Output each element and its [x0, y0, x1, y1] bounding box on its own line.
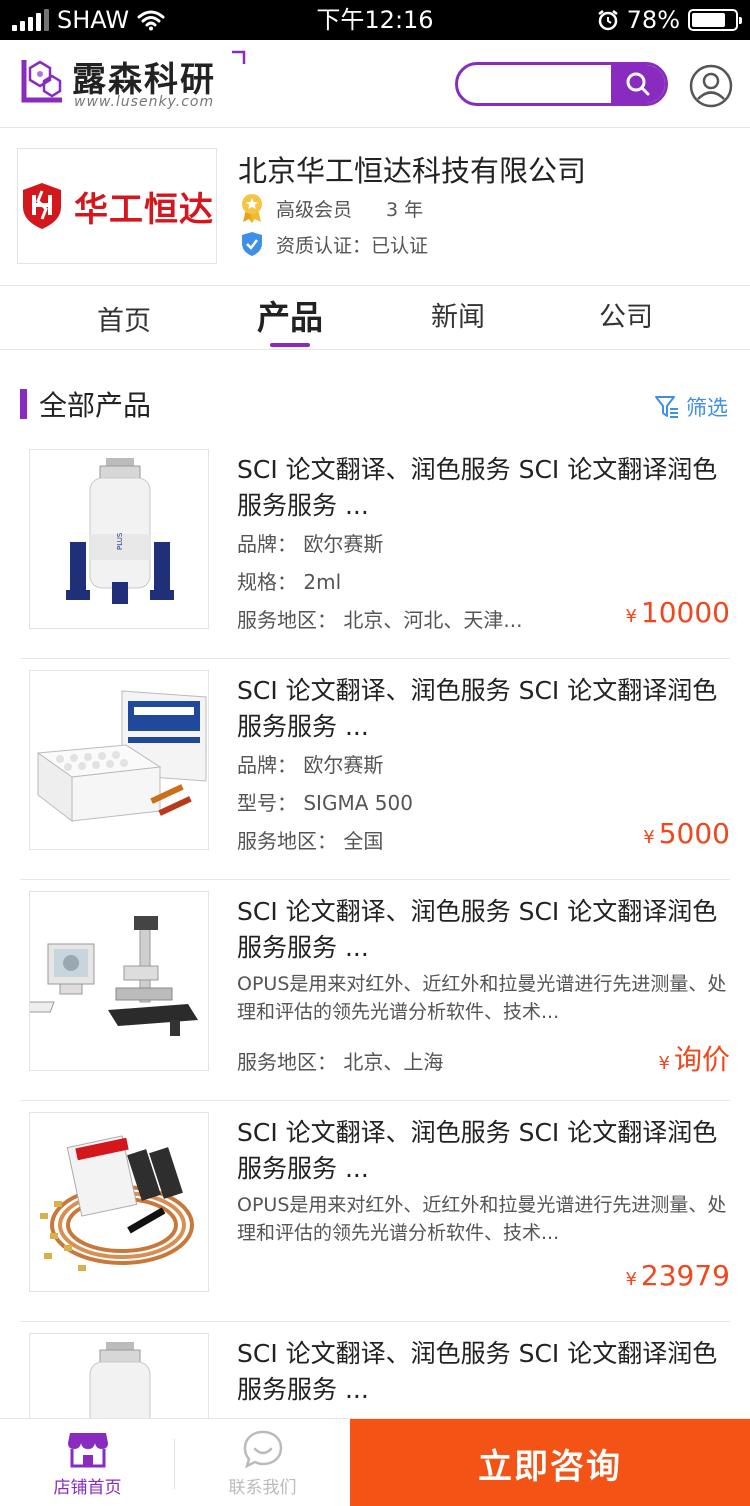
chat-icon	[243, 1430, 282, 1468]
site-logo[interactable]: 露森科研 www.lusenky.com	[18, 50, 248, 116]
alarm-icon	[597, 10, 618, 31]
filter-button[interactable]: 筛选	[654, 392, 728, 422]
company-name: 北京华工恒达科技有限公司	[238, 154, 587, 188]
product-item[interactable]: SCI 论文翻译、润色服务 SCI 论文翻译润色服务服务 ... OPUS是用来…	[0, 1101, 750, 1322]
product-title[interactable]: SCI 论文翻译、润色服务 SCI 论文翻译润色服务服务 ...	[237, 1336, 727, 1408]
tab-news[interactable]: 新闻	[418, 286, 498, 350]
contact-us-button[interactable]: 联系我们	[175, 1419, 350, 1506]
store-home-button[interactable]: 店铺首页	[0, 1419, 175, 1506]
filter-label: 筛选	[686, 396, 728, 420]
tab-company[interactable]: 公司	[586, 286, 666, 350]
store-icon	[67, 1432, 108, 1467]
product-price: ¥ 询价	[659, 1038, 730, 1078]
microscope-workstation-image	[30, 916, 198, 1036]
product-description: OPUS是用来对红外、近红外和拉曼光谱进行先进测量、处理和评估的领先光谱分析软件…	[237, 1194, 727, 1244]
svg-text:PLUS: PLUS	[116, 532, 124, 550]
product-item[interactable]: PLUS SCI 论文翻译、润色服务 SCI 论文翻译润色服务服务 ... 品牌…	[0, 438, 750, 659]
member-row: 高级会员 3 年	[240, 190, 428, 226]
consult-now-button[interactable]: 立即咨询	[350, 1419, 750, 1506]
search-button[interactable]	[611, 65, 665, 103]
cert-row: 资质认证：已认证	[240, 226, 428, 262]
search-bar	[455, 62, 668, 106]
product-price: ¥ 10000	[625, 596, 730, 629]
product-description: OPUS是用来对红外、近红外和拉曼光谱进行先进测量、处理和评估的领先光谱分析软件…	[237, 973, 727, 1023]
product-region: 服务地区： 北京、上海	[237, 1050, 444, 1074]
section-title: 全部产品	[39, 389, 152, 422]
product-price: ¥ 5000	[643, 817, 730, 850]
company-info: 华工恒达 北京华工恒达科技有限公司 高级会员 3 年 资质认证：已认证	[0, 128, 750, 286]
copper-tubing-kit-image	[40, 1135, 194, 1271]
product-region: 服务地区： 全国	[237, 829, 384, 853]
status-bar: SHAW 下午12:16 78%	[0, 0, 750, 40]
battery-level	[692, 13, 725, 27]
status-right: 78%	[597, 0, 742, 40]
product-region: 服务地区： 北京、河北、天津...	[237, 608, 523, 632]
cert-value: 已认证	[371, 234, 429, 257]
medal-icon	[242, 194, 262, 223]
section-accent-bar	[20, 389, 27, 419]
product-title[interactable]: SCI 论文翻译、润色服务 SCI 论文翻译润色服务服务 ...	[237, 452, 727, 524]
contact-us-label: 联系我们	[228, 1477, 297, 1498]
price-value: 5000	[658, 817, 730, 850]
price-currency: ¥	[625, 606, 637, 627]
company-meta: 高级会员 3 年 资质认证：已认证	[240, 190, 428, 262]
product-item[interactable]: SCI 论文翻译、润色服务 SCI 论文翻译润色服务服务 ... OPUS是用来…	[0, 880, 750, 1101]
user-icon[interactable]	[689, 64, 733, 108]
app-header: 露森科研 www.lusenky.com	[0, 40, 750, 128]
company-shield-icon	[23, 183, 61, 229]
tab-active-indicator	[270, 343, 310, 347]
nmr-magnet-image: PLUS	[66, 458, 174, 604]
price-value: 10000	[640, 596, 730, 629]
price-currency: ¥	[643, 827, 655, 848]
section-header: 全部产品	[20, 384, 151, 424]
price-currency: ¥	[658, 1053, 670, 1074]
logo-mark-icon	[21, 60, 62, 103]
tab-bar: 首页 产品 新闻 公司	[0, 286, 750, 350]
company-logo: 华工恒达	[17, 148, 217, 264]
product-price: ¥ 23979	[625, 1259, 730, 1292]
company-logo-text: 华工恒达	[74, 189, 214, 230]
product-image	[29, 670, 209, 850]
product-title[interactable]: SCI 论文翻译、润色服务 SCI 论文翻译润色服务服务 ...	[237, 1115, 727, 1187]
logo-corner-icon	[232, 50, 246, 64]
tab-home[interactable]: 首页	[84, 290, 164, 354]
tab-products[interactable]: 产品	[250, 286, 330, 350]
product-image: PLUS	[29, 449, 209, 629]
product-model: 型号： SIGMA 500	[237, 791, 413, 815]
product-item[interactable]: SCI 论文翻译、润色服务 SCI 论文翻译润色服务服务 ... 品牌： 欧尔赛…	[0, 659, 750, 880]
product-brand: 品牌： 欧尔赛斯	[237, 532, 384, 556]
price-currency: ¥	[625, 1269, 637, 1290]
price-value: 23979	[640, 1259, 730, 1292]
battery-percent: 78%	[626, 6, 680, 34]
member-level: 高级会员	[276, 198, 353, 221]
product-spec: 规格： 2ml	[237, 570, 342, 594]
product-image	[29, 891, 209, 1071]
price-inquiry[interactable]: 询价	[674, 1038, 730, 1078]
store-home-label: 店铺首页	[53, 1477, 122, 1498]
logo-url: www.lusenky.com	[74, 94, 215, 110]
product-title[interactable]: SCI 论文翻译、润色服务 SCI 论文翻译润色服务服务 ...	[237, 894, 727, 966]
member-years: 3 年	[386, 198, 424, 221]
filter-icon	[655, 396, 678, 418]
product-title[interactable]: SCI 论文翻译、润色服务 SCI 论文翻译润色服务服务 ...	[237, 673, 727, 745]
product-brand: 品牌： 欧尔赛斯	[237, 753, 384, 777]
cert-label: 资质认证：	[276, 234, 372, 257]
product-image	[29, 1112, 209, 1292]
verified-shield-icon	[242, 232, 262, 256]
reagent-vials-box-image	[36, 690, 207, 823]
search-input[interactable]	[472, 65, 622, 103]
search-icon	[626, 72, 650, 96]
battery-icon	[688, 9, 742, 31]
bottom-bar: 店铺首页 联系我们 立即咨询	[0, 1418, 750, 1506]
